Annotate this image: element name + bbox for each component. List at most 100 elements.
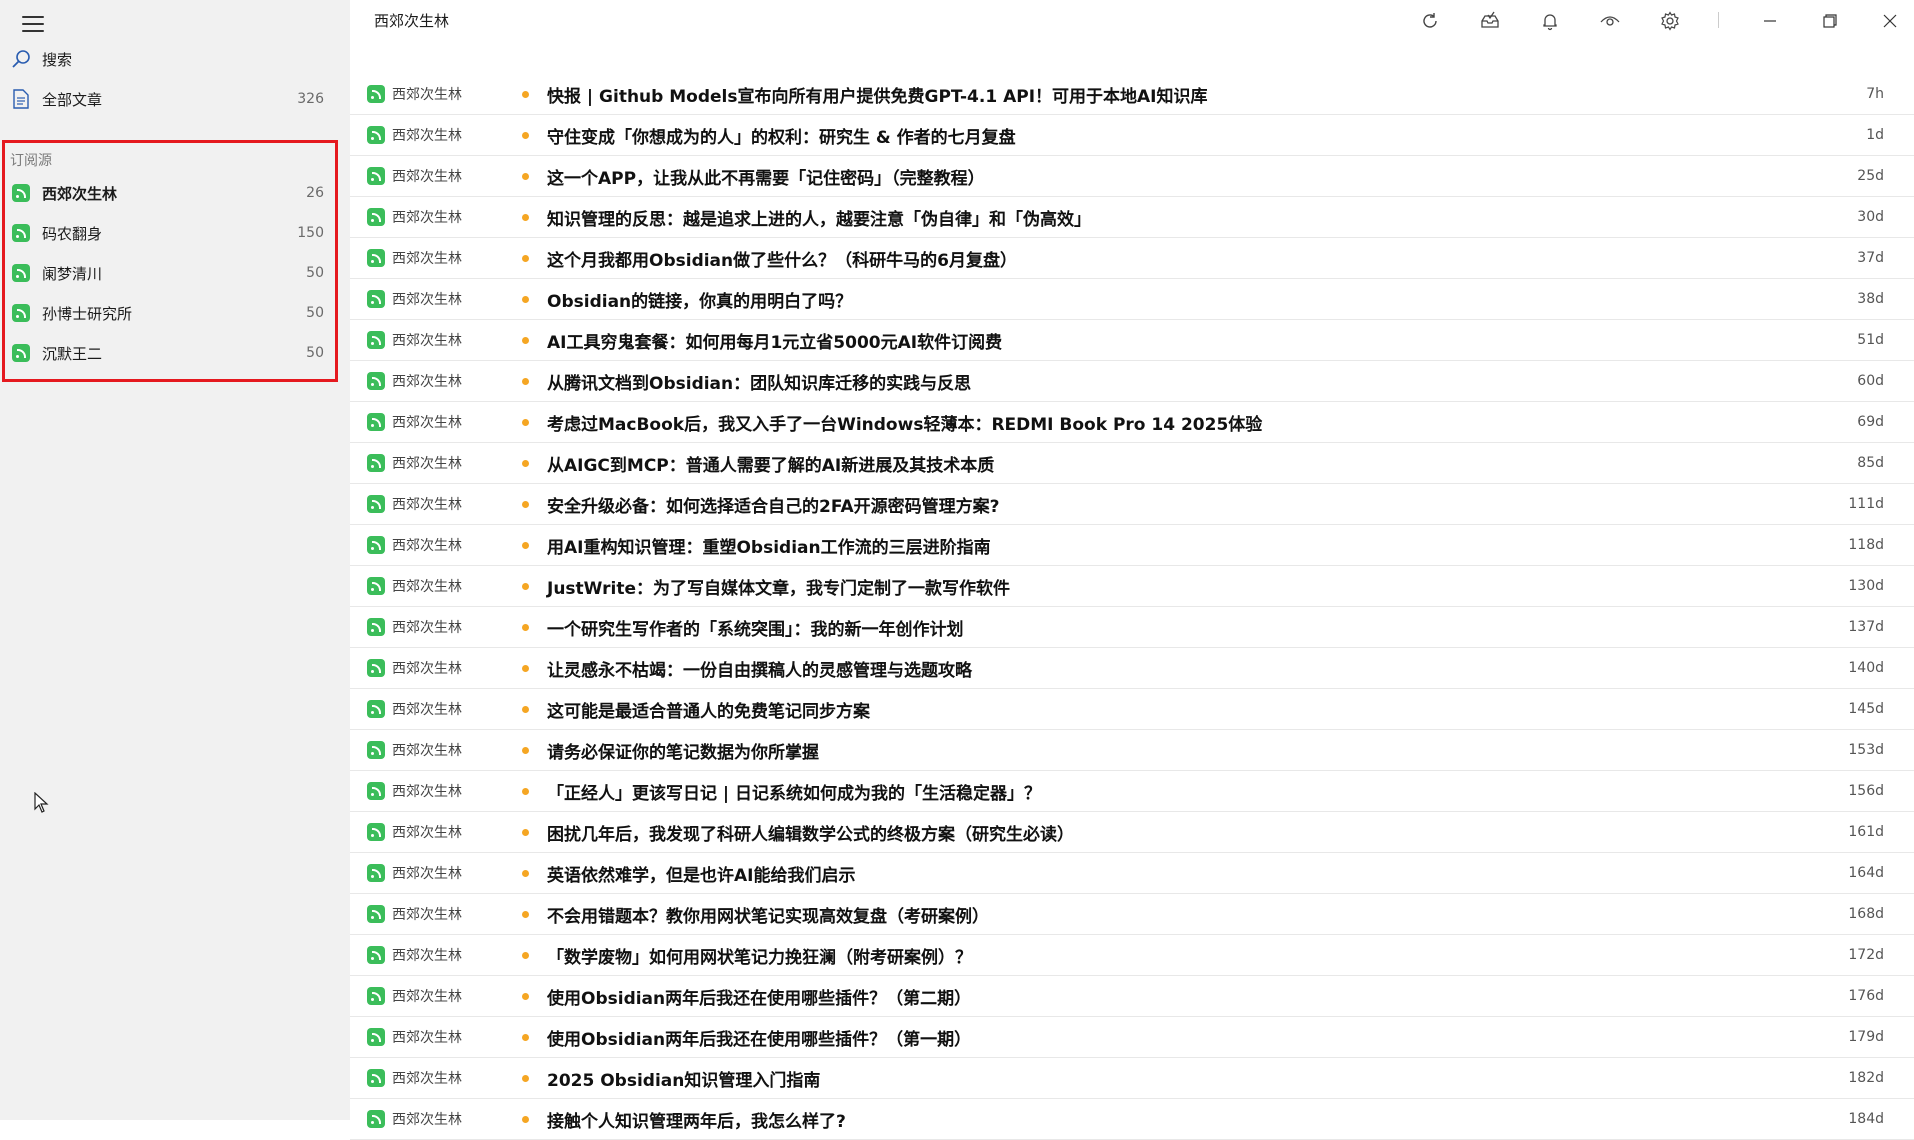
unread-count: 50 xyxy=(306,305,324,321)
sidebar-feed-item[interactable]: 孙博士研究所 50 xyxy=(10,294,332,332)
article-age: 153d xyxy=(1848,742,1884,758)
article-title[interactable]: 使用Obsidian两年后我还在使用哪些插件？（第二期） xyxy=(547,984,971,1009)
article-title[interactable]: 困扰几年后，我发现了科研人编辑数学公式的终极方案（研究生必读） xyxy=(547,820,1074,845)
article-age: 1d xyxy=(1866,127,1884,143)
menu-hamburger-icon[interactable] xyxy=(20,12,46,36)
article-row[interactable]: 西郊次生林 Obsidian的链接，你真的用明白了吗？ 38d xyxy=(350,279,1914,320)
article-row[interactable]: 西郊次生林 从腾讯文档到Obsidian：团队知识库迁移的实践与反思 60d xyxy=(350,361,1914,402)
article-row[interactable]: 西郊次生林 知识管理的反思：越是追求上进的人，越要注意「伪自律」和「伪高效」 30d xyxy=(350,197,1914,238)
unread-dot-icon xyxy=(522,706,529,713)
sidebar: 搜索 全部文章 326 订阅源 西郊次生林 26 码农翻身 150 阑梦清川 5… xyxy=(0,0,350,1120)
article-row[interactable]: 西郊次生林 考虑过MacBook后，我又入手了一台Windows轻薄本：REDMI… xyxy=(350,402,1914,443)
rss-feed-icon xyxy=(367,85,385,103)
article-title[interactable]: 使用Obsidian两年后我还在使用哪些插件？（第一期） xyxy=(547,1025,971,1050)
sidebar-feed-item[interactable]: 沉默王二 50 xyxy=(10,334,332,372)
rss-feed-icon xyxy=(367,1028,385,1046)
article-row[interactable]: 西郊次生林 用AI重构知识管理：重塑Obsidian工作流的三层进阶指南 118d xyxy=(350,525,1914,566)
article-title[interactable]: 快报 | Github Models宣布向所有用户提供免费GPT-4.1 API… xyxy=(547,82,1208,107)
article-row[interactable]: 西郊次生林 让灵感永不枯竭：一份自由撰稿人的灵感管理与选题攻略 140d xyxy=(350,648,1914,689)
mark-all-read-button[interactable] xyxy=(1474,6,1506,36)
rss-feed-icon xyxy=(367,577,385,595)
article-row[interactable]: 西郊次生林 困扰几年后，我发现了科研人编辑数学公式的终极方案（研究生必读） 161d xyxy=(350,812,1914,853)
article-title[interactable]: 这可能是最适合普通人的免费笔记同步方案 xyxy=(547,697,870,722)
article-source: 西郊次生林 xyxy=(392,825,462,841)
article-row[interactable]: 西郊次生林 使用Obsidian两年后我还在使用哪些插件？（第一期） 179d xyxy=(350,1017,1914,1058)
rss-feed-icon xyxy=(367,372,385,390)
article-title[interactable]: 不会用错题本？教你用网状笔记实现高效复盘（考研案例） xyxy=(547,902,989,927)
sidebar-item-label: 搜索 xyxy=(42,50,73,69)
rss-feed-icon xyxy=(12,184,30,202)
sidebar-item-all-articles[interactable]: 全部文章 326 xyxy=(10,80,332,118)
article-title[interactable]: 2025 Obsidian知识管理入门指南 xyxy=(547,1066,820,1091)
article-title[interactable]: 安全升级必备：如何选择适合自己的2FA开源密码管理方案? xyxy=(547,492,1000,517)
article-title[interactable]: 考虑过MacBook后，我又入手了一台Windows轻薄本：REDMI Book… xyxy=(547,410,1262,435)
restore-button[interactable] xyxy=(1814,6,1846,36)
article-row[interactable]: 西郊次生林 一个研究生写作者的「系统突围」：我的新一年创作计划 137d xyxy=(350,607,1914,648)
article-row[interactable]: 西郊次生林 不会用错题本？教你用网状笔记实现高效复盘（考研案例） 168d xyxy=(350,894,1914,935)
article-title[interactable]: JustWrite：为了写自媒体文章，我专门定制了一款写作软件 xyxy=(547,574,1010,599)
title-bar: 西郊次生林 xyxy=(350,0,1914,44)
article-title[interactable]: 守住变成「你想成为的人」的权利：研究生 & 作者的七月复盘 xyxy=(547,123,1016,148)
article-row[interactable]: 西郊次生林 AI工具穷鬼套餐：如何用每月1元立省5000元AI软件订阅费 51d xyxy=(350,320,1914,361)
article-title[interactable]: 从腾讯文档到Obsidian：团队知识库迁移的实践与反思 xyxy=(547,369,971,394)
article-title[interactable]: 接触个人知识管理两年后，我怎么样了? xyxy=(547,1107,846,1132)
unread-dot-icon xyxy=(522,460,529,467)
article-title[interactable]: Obsidian的链接，你真的用明白了吗？ xyxy=(547,287,852,312)
search-icon xyxy=(10,48,32,70)
article-row[interactable]: 西郊次生林 「正经人」更该写日记 | 日记系统如何成为我的「生活稳定器」？ 156d xyxy=(350,771,1914,812)
article-title[interactable]: AI工具穷鬼套餐：如何用每月1元立省5000元AI软件订阅费 xyxy=(547,328,1002,353)
rss-feed-icon xyxy=(367,413,385,431)
article-row[interactable]: 西郊次生林 2025 Obsidian知识管理入门指南 182d xyxy=(350,1058,1914,1099)
article-title[interactable]: 「数学废物」如何用网状笔记力挽狂澜（附考研案例）？ xyxy=(547,943,972,968)
restore-icon xyxy=(1823,14,1837,28)
article-row[interactable]: 西郊次生林 安全升级必备：如何选择适合自己的2FA开源密码管理方案? 111d xyxy=(350,484,1914,525)
article-row[interactable]: 西郊次生林 请务必保证你的笔记数据为你所掌握 153d xyxy=(350,730,1914,771)
sidebar-feed-item[interactable]: 阑梦清川 50 xyxy=(10,254,332,292)
inbox-check-icon xyxy=(1481,11,1499,28)
unread-dot-icon xyxy=(522,255,529,262)
sidebar-item-search[interactable]: 搜索 xyxy=(10,40,332,78)
bell-icon xyxy=(1543,14,1557,31)
article-row[interactable]: 西郊次生林 使用Obsidian两年后我还在使用哪些插件？（第二期） 176d xyxy=(350,976,1914,1017)
article-row[interactable]: 西郊次生林 「数学废物」如何用网状笔记力挽狂澜（附考研案例）？ 172d xyxy=(350,935,1914,976)
unread-dot-icon xyxy=(522,747,529,754)
view-toggle-button[interactable] xyxy=(1594,6,1626,36)
article-title[interactable]: 知识管理的反思：越是追求上进的人，越要注意「伪自律」和「伪高效」 xyxy=(547,205,1091,230)
article-title[interactable]: 请务必保证你的笔记数据为你所掌握 xyxy=(547,738,819,763)
rss-feed-icon xyxy=(367,618,385,636)
rss-feed-icon xyxy=(367,823,385,841)
article-row[interactable]: 西郊次生林 从AIGC到MCP：普通人需要了解的AI新进展及其技术本质 85d xyxy=(350,443,1914,484)
unread-dot-icon xyxy=(522,132,529,139)
article-age: 85d xyxy=(1857,455,1884,471)
article-title[interactable]: 「正经人」更该写日记 | 日记系统如何成为我的「生活稳定器」？ xyxy=(547,779,1041,804)
article-row[interactable]: 西郊次生林 JustWrite：为了写自媒体文章，我专门定制了一款写作软件 130d xyxy=(350,566,1914,607)
refresh-button[interactable] xyxy=(1414,6,1446,36)
article-row[interactable]: 西郊次生林 快报 | Github Models宣布向所有用户提供免费GPT-4.… xyxy=(350,74,1914,115)
article-title[interactable]: 英语依然难学，但是也许AI能给我们启示 xyxy=(547,861,855,886)
mouse-cursor-icon xyxy=(34,792,49,813)
article-title[interactable]: 这个月我都用Obsidian做了些什么？（科研牛马的6月复盘） xyxy=(547,246,1017,271)
sidebar-feed-item[interactable]: 码农翻身 150 xyxy=(10,214,332,252)
rss-feed-icon xyxy=(12,304,30,322)
page-title: 西郊次生林 xyxy=(374,12,450,30)
article-title[interactable]: 从AIGC到MCP：普通人需要了解的AI新进展及其技术本质 xyxy=(547,451,994,476)
settings-button[interactable] xyxy=(1654,6,1686,36)
notifications-button[interactable] xyxy=(1534,6,1566,36)
article-age: 38d xyxy=(1857,291,1884,307)
article-row[interactable]: 西郊次生林 这可能是最适合普通人的免费笔记同步方案 145d xyxy=(350,689,1914,730)
article-age: 25d xyxy=(1857,168,1884,184)
article-row[interactable]: 西郊次生林 守住变成「你想成为的人」的权利：研究生 & 作者的七月复盘 1d xyxy=(350,115,1914,156)
rss-feed-icon xyxy=(367,126,385,144)
sidebar-feed-item[interactable]: 西郊次生林 26 xyxy=(10,174,332,212)
article-title[interactable]: 让灵感永不枯竭：一份自由撰稿人的灵感管理与选题攻略 xyxy=(547,656,972,681)
article-title[interactable]: 这一个APP，让我从此不再需要「记住密码」（完整教程） xyxy=(547,164,985,189)
article-title[interactable]: 一个研究生写作者的「系统突围」：我的新一年创作计划 xyxy=(547,615,964,640)
article-row[interactable]: 西郊次生林 这个月我都用Obsidian做了些什么？（科研牛马的6月复盘） 37d xyxy=(350,238,1914,279)
unread-dot-icon xyxy=(522,665,529,672)
minimize-button[interactable] xyxy=(1754,6,1786,36)
article-title[interactable]: 用AI重构知识管理：重塑Obsidian工作流的三层进阶指南 xyxy=(547,533,991,558)
article-row[interactable]: 西郊次生林 英语依然难学，但是也许AI能给我们启示 164d xyxy=(350,853,1914,894)
article-row[interactable]: 西郊次生林 这一个APP，让我从此不再需要「记住密码」（完整教程） 25d xyxy=(350,156,1914,197)
unread-dot-icon xyxy=(522,829,529,836)
close-button[interactable] xyxy=(1874,6,1906,36)
